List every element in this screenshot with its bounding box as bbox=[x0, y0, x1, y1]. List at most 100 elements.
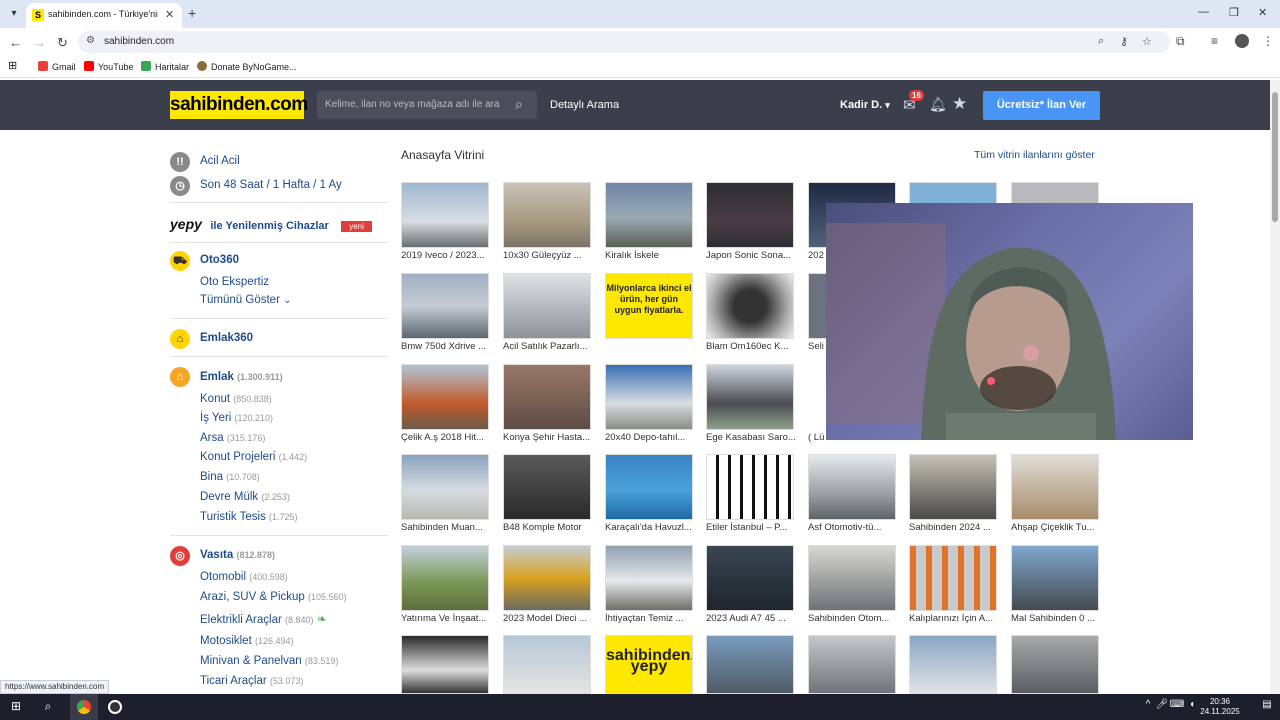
listing-caption[interactable]: Seli bbox=[808, 341, 826, 352]
restore-icon[interactable]: ❐ bbox=[1229, 6, 1239, 19]
listing-caption[interactable]: Etiler İstanbul – P... bbox=[706, 522, 796, 533]
listing-caption[interactable]: Mal Sahibinden 0 ... bbox=[1011, 613, 1101, 624]
detailed-search-link[interactable]: Detaylı Arama bbox=[550, 99, 619, 111]
show-all-link[interactable]: Tümünü Göster ⌄ bbox=[200, 294, 292, 306]
vasita-sub-arazi[interactable]: Arazi, SUV & Pickup (105.560) bbox=[200, 591, 347, 603]
new-tab-icon[interactable]: + bbox=[188, 5, 196, 21]
back-icon[interactable]: ← bbox=[9, 35, 22, 50]
listing-caption[interactable]: Çelik A.ş 2018 Hit... bbox=[401, 432, 491, 443]
yepy-promo-banner[interactable]: sahibinden.com yepy bbox=[605, 635, 693, 694]
emlak-sub-konut-projeleri[interactable]: Konut Projeleri (1.442) bbox=[200, 451, 307, 463]
listing-thumbnail[interactable] bbox=[706, 364, 794, 430]
reload-icon[interactable]: ↻ bbox=[57, 35, 68, 51]
listing-caption[interactable]: Asf Otomotiv-tü... bbox=[808, 522, 898, 533]
listing-caption[interactable]: 20x40 Depo-tahıl... bbox=[605, 432, 695, 443]
bookmark-gmail[interactable]: Gmail bbox=[38, 61, 76, 72]
listing-caption[interactable]: Ege Kasabası Saro... bbox=[706, 432, 796, 443]
yepy-link[interactable]: yepy ile Yenilenmiş Cihazlar yeni bbox=[170, 216, 372, 234]
listing-thumbnail[interactable] bbox=[909, 545, 997, 611]
vasita-sub-otomobil[interactable]: Otomobil (400.598) bbox=[200, 571, 288, 583]
user-menu[interactable]: Kadir D. ▾ bbox=[840, 99, 890, 111]
emlak360-link[interactable]: Emlak360 bbox=[200, 332, 253, 344]
ay-link[interactable]: 1 Ay bbox=[320, 179, 342, 191]
taskbar-search-icon[interactable]: ⌕ bbox=[39, 699, 57, 715]
show-all-showcase-link[interactable]: Tüm vitrin ilanlarını göster bbox=[974, 149, 1095, 161]
tab-list-icon[interactable]: ▾ bbox=[6, 6, 22, 22]
listing-thumbnail[interactable] bbox=[808, 545, 896, 611]
listing-thumbnail[interactable] bbox=[401, 273, 489, 339]
listing-thumbnail[interactable] bbox=[401, 635, 489, 694]
listing-thumbnail[interactable] bbox=[1011, 635, 1099, 694]
emlak-sub-isyeri[interactable]: İş Yeri (120.210) bbox=[200, 412, 273, 424]
promo-banner[interactable]: Milyonlarca ikinci el ürün, her gün uygu… bbox=[605, 273, 693, 339]
listing-thumbnail[interactable] bbox=[503, 454, 591, 520]
listing-caption[interactable]: İhtiyaçtan Temiz ... bbox=[605, 613, 695, 624]
listing-caption[interactable]: 2023 Model Dieci ... bbox=[503, 613, 593, 624]
vasita-category[interactable]: Vasıta (812.878) bbox=[200, 549, 275, 561]
bell-icon[interactable]: 🔔︎ bbox=[929, 96, 947, 113]
listing-caption[interactable]: Japon Sonic Sona... bbox=[706, 250, 796, 261]
listing-thumbnail[interactable] bbox=[503, 182, 591, 248]
listing-thumbnail[interactable] bbox=[605, 454, 693, 520]
listing-caption[interactable]: ( Lü bbox=[808, 432, 826, 443]
listing-caption[interactable]: Kalıplarınızı İçin A... bbox=[909, 613, 999, 624]
listing-caption[interactable]: B48 Komple Motor bbox=[503, 522, 593, 533]
oto360-link[interactable]: Oto360 bbox=[200, 254, 239, 266]
hafta-link[interactable]: 1 Hafta bbox=[273, 179, 310, 191]
favorites-star-icon[interactable]: ★ bbox=[952, 94, 967, 114]
bookmark-donate[interactable]: Donate ByNoGame... bbox=[197, 61, 297, 72]
bookmark-star-icon[interactable]: ☆ bbox=[1142, 35, 1152, 48]
media-control-icon[interactable]: ≡ bbox=[1211, 34, 1218, 48]
listing-thumbnail[interactable] bbox=[605, 545, 693, 611]
extensions-icon[interactable]: ⧉ bbox=[1176, 34, 1185, 49]
emlak-sub-arsa[interactable]: Arsa (315.176) bbox=[200, 432, 265, 444]
close-tab-icon[interactable]: ✕ bbox=[165, 8, 174, 21]
vasita-sub-minivan[interactable]: Minivan & Panelvan (83.519) bbox=[200, 655, 338, 667]
listing-caption[interactable]: 10x30 Güleçyüz ... bbox=[503, 250, 593, 261]
listing-thumbnail[interactable] bbox=[706, 545, 794, 611]
bookmark-youtube[interactable]: YouTube bbox=[84, 61, 133, 72]
listing-caption[interactable]: Ahşap Çiçeklik Tu... bbox=[1011, 522, 1101, 533]
listing-thumbnail[interactable] bbox=[401, 454, 489, 520]
page-scrollbar[interactable] bbox=[1270, 80, 1280, 694]
listing-caption[interactable]: Sahibinden 2024 ... bbox=[909, 522, 999, 533]
taskbar-clock[interactable]: 20:36 24.11.2025 bbox=[1200, 697, 1240, 717]
listing-thumbnail[interactable] bbox=[706, 273, 794, 339]
address-bar[interactable]: ⚙ sahibinden.com ⌕ ⚷ ☆ bbox=[78, 31, 1170, 53]
volume-icon[interactable]: ◖ bbox=[1183, 699, 1201, 715]
bookmark-haritalar[interactable]: Haritalar bbox=[141, 61, 189, 72]
listing-thumbnail[interactable] bbox=[909, 454, 997, 520]
emlak-sub-bina[interactable]: Bina (10.708) bbox=[200, 471, 260, 483]
emlak-sub-devre-mulk[interactable]: Devre Mülk (2.253) bbox=[200, 491, 290, 503]
listing-thumbnail[interactable] bbox=[401, 545, 489, 611]
listing-caption[interactable]: 2019 Iveco / 2023... bbox=[401, 250, 491, 261]
listing-caption[interactable]: Yatırıma Ve İnşaat... bbox=[401, 613, 491, 624]
listing-thumbnail[interactable] bbox=[503, 273, 591, 339]
listing-caption[interactable]: Acil Satılık Pazarlı... bbox=[503, 341, 593, 352]
apps-grid-icon[interactable]: ⊞ bbox=[8, 59, 17, 72]
emlak-sub-turistik-tesis[interactable]: Turistik Tesis (1.725) bbox=[200, 511, 298, 523]
listing-thumbnail[interactable] bbox=[909, 635, 997, 694]
chrome-taskbar-icon[interactable] bbox=[70, 694, 98, 720]
minimize-icon[interactable]: — bbox=[1198, 6, 1209, 18]
vasita-sub-ticari[interactable]: Ticari Araçlar (53.073) bbox=[200, 675, 303, 687]
vasita-sub-motosiklet[interactable]: Motosiklet (126.494) bbox=[200, 635, 294, 647]
search-input[interactable]: Kelime, ilan no veya mağaza adı ile ara … bbox=[317, 91, 537, 119]
listing-thumbnail[interactable] bbox=[401, 182, 489, 248]
profile-avatar[interactable] bbox=[1235, 34, 1249, 48]
password-key-icon[interactable]: ⚷ bbox=[1120, 35, 1128, 48]
emlak-sub-konut[interactable]: Konut (850.838) bbox=[200, 393, 272, 405]
listing-caption[interactable]: Blam Om160ec K... bbox=[706, 341, 796, 352]
listing-thumbnail[interactable] bbox=[605, 182, 693, 248]
post-ad-button[interactable]: Ücretsiz* İlan Ver bbox=[983, 91, 1100, 120]
listing-thumbnail[interactable] bbox=[503, 364, 591, 430]
listing-thumbnail[interactable] bbox=[503, 545, 591, 611]
listing-thumbnail[interactable] bbox=[706, 635, 794, 694]
vasita-sub-elektrikli[interactable]: Elektrikli Araçlar (8.840) ❧ bbox=[200, 612, 327, 626]
listing-caption[interactable]: Konya Şehir Hasta... bbox=[503, 432, 593, 443]
listing-caption[interactable]: Kiralık İskele bbox=[605, 250, 695, 261]
obs-taskbar-icon[interactable] bbox=[106, 699, 124, 715]
listing-caption[interactable]: 2023 Audi A7 45 ... bbox=[706, 613, 796, 624]
scroll-thumb[interactable] bbox=[1272, 92, 1278, 222]
listing-caption[interactable]: Karaçalı'da Havuzl... bbox=[605, 522, 695, 533]
